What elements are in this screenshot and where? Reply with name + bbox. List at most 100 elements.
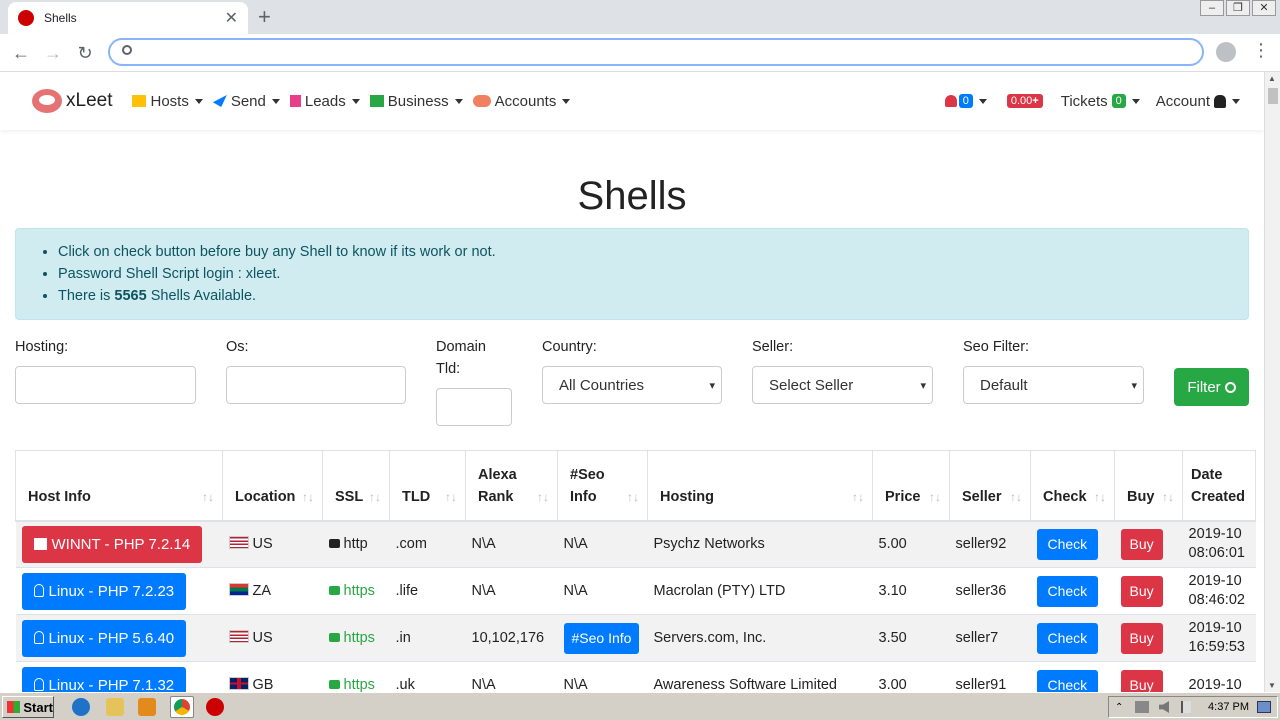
nav-leads[interactable]: Leads <box>289 93 360 110</box>
table-row: Linux - PHP 5.6.40 US https .in 10,102,1… <box>15 614 1256 662</box>
cell-ssl: https <box>322 614 390 662</box>
time-text: 08:06:01 <box>1188 545 1245 562</box>
reload-icon[interactable]: ↻ <box>72 40 98 66</box>
host-info-badge[interactable]: Linux - PHP 7.1.32 <box>21 666 187 692</box>
profile-avatar-icon[interactable] <box>1216 42 1236 62</box>
network-icon[interactable] <box>1135 701 1149 713</box>
seo-info-button[interactable]: #Seo Info <box>563 622 640 654</box>
os-input[interactable] <box>226 366 406 404</box>
start-button[interactable]: Start <box>2 696 54 718</box>
cell-host: WINNT - PHP 7.2.14 <box>15 520 223 568</box>
lock-icon <box>328 633 340 642</box>
check-button[interactable]: Check <box>1036 622 1099 654</box>
clock[interactable]: 4:37 PM <box>1208 701 1249 713</box>
brand[interactable]: xLeet <box>32 89 112 113</box>
cell-location: US <box>222 520 323 568</box>
page-scrollbar[interactable]: ▲ ▼ <box>1264 72 1280 692</box>
ssl-text: https <box>343 630 375 646</box>
tab-close-icon[interactable]: ✕ <box>225 8 238 28</box>
address-bar[interactable] <box>108 38 1204 66</box>
cell-location: US <box>222 614 323 662</box>
media-player-icon[interactable] <box>138 698 156 716</box>
filter-button[interactable]: Filter <box>1174 368 1249 406</box>
col-ssl[interactable]: SSL ↑↓ <box>322 450 390 522</box>
buy-button[interactable]: Buy <box>1120 575 1163 607</box>
start-label: Start <box>23 699 53 715</box>
opera-icon[interactable] <box>206 698 224 716</box>
buy-button[interactable]: Buy <box>1120 528 1163 560</box>
hosting-input[interactable] <box>15 366 196 404</box>
host-info-badge[interactable]: WINNT - PHP 7.2.14 <box>21 525 203 563</box>
nav-accounts[interactable]: Accounts <box>472 93 571 110</box>
minimize-icon[interactable]: – <box>1200 0 1224 16</box>
col-date-created[interactable]: Date Created <box>1182 450 1256 522</box>
country-select[interactable]: All Countries <box>542 366 722 404</box>
bell-icon <box>944 95 957 107</box>
table-row: Linux - PHP 7.1.32 GB https .uk N\A N\A … <box>15 661 1256 692</box>
sort-icon: ↑↓ <box>1162 489 1174 504</box>
sort-icon: ↑↓ <box>202 489 214 504</box>
show-desktop-icon[interactable] <box>1257 701 1271 713</box>
col-seller-label: Seller <box>962 488 1002 505</box>
nav-hosts[interactable]: Hosts <box>132 92 203 110</box>
tab-title: Shells <box>44 11 77 25</box>
volume-icon[interactable] <box>1159 701 1169 713</box>
restore-icon[interactable]: ❐ <box>1226 0 1250 16</box>
scroll-thumb[interactable] <box>1268 88 1278 104</box>
users-icon <box>472 95 491 107</box>
col-price[interactable]: Price ↑↓ <box>872 450 950 522</box>
notifications-dropdown[interactable]: 0 <box>944 94 987 108</box>
brand-name: xLeet <box>66 90 113 111</box>
host-info-badge[interactable]: Linux - PHP 5.6.40 <box>21 619 187 657</box>
col-host-info[interactable]: Host Info ↑↓ <box>15 450 223 522</box>
cell-check: Check <box>1030 614 1115 662</box>
windows-logo-icon <box>7 701 21 713</box>
tickets-dropdown[interactable]: Tickets 0 <box>1061 93 1140 110</box>
forward-arrow-icon[interactable]: → <box>40 40 66 66</box>
window-close-icon[interactable]: ✕ <box>1252 0 1276 16</box>
check-button[interactable]: Check <box>1036 575 1099 607</box>
chrome-taskbar-button[interactable] <box>170 696 194 718</box>
browser-menu-icon[interactable]: ⋮ <box>1252 40 1270 61</box>
col-buy[interactable]: Buy ↑↓ <box>1114 450 1183 522</box>
balance-value: 0.00 <box>1010 95 1033 107</box>
ie-icon[interactable] <box>72 698 90 716</box>
notice-count-suffix: Shells Available. <box>146 288 257 304</box>
buy-button[interactable]: Buy <box>1120 622 1163 654</box>
scroll-down-icon[interactable]: ▼ <box>1268 681 1276 690</box>
host-info-text: Linux - PHP 7.1.32 <box>48 676 175 692</box>
nav-business[interactable]: Business <box>369 93 463 110</box>
back-arrow-icon[interactable]: ← <box>8 40 34 66</box>
scroll-up-icon[interactable]: ▲ <box>1268 74 1276 83</box>
ssl-text: https <box>343 583 375 599</box>
col-host-info-label: Host Info <box>28 488 91 505</box>
col-seller[interactable]: Seller ↑↓ <box>949 450 1031 522</box>
col-alexa-rank[interactable]: Alexa Rank ↑↓ <box>465 450 558 522</box>
seo-select[interactable]: Default <box>963 366 1144 404</box>
tray-expand-icon[interactable]: ⌃ <box>1115 702 1123 713</box>
browser-tab[interactable]: Shells ✕ <box>8 2 248 34</box>
tld-input[interactable] <box>436 388 512 426</box>
address-input[interactable] <box>142 42 1192 62</box>
nav-hosts-label: Hosts <box>150 92 189 110</box>
buy-button[interactable]: Buy <box>1120 669 1163 692</box>
sort-icon: ↑↓ <box>445 489 457 504</box>
col-hosting[interactable]: Hosting ↑↓ <box>647 450 873 522</box>
col-tld[interactable]: TLD ↑↓ <box>389 450 466 522</box>
cell-tld: .in <box>389 614 466 662</box>
cell-host: Linux - PHP 7.1.32 <box>15 661 223 692</box>
col-location[interactable]: Location ↑↓ <box>222 450 323 522</box>
new-tab-icon[interactable]: + <box>258 4 271 30</box>
seller-select[interactable]: Select Seller <box>752 366 933 404</box>
check-button[interactable]: Check <box>1036 669 1099 692</box>
col-seo-info[interactable]: #Seo Info ↑↓ <box>557 450 648 522</box>
nav-send[interactable]: Send <box>212 93 280 110</box>
account-dropdown[interactable]: Account <box>1156 93 1240 110</box>
flag-tray-icon[interactable] <box>1181 701 1191 713</box>
check-button[interactable]: Check <box>1036 528 1099 560</box>
col-check[interactable]: Check ↑↓ <box>1030 450 1115 522</box>
hosting-label: Hosting: <box>15 339 69 355</box>
balance-badge[interactable]: 0.00+ <box>1006 94 1043 108</box>
folder-icon[interactable] <box>106 698 124 716</box>
host-info-badge[interactable]: Linux - PHP 7.2.23 <box>21 572 187 610</box>
